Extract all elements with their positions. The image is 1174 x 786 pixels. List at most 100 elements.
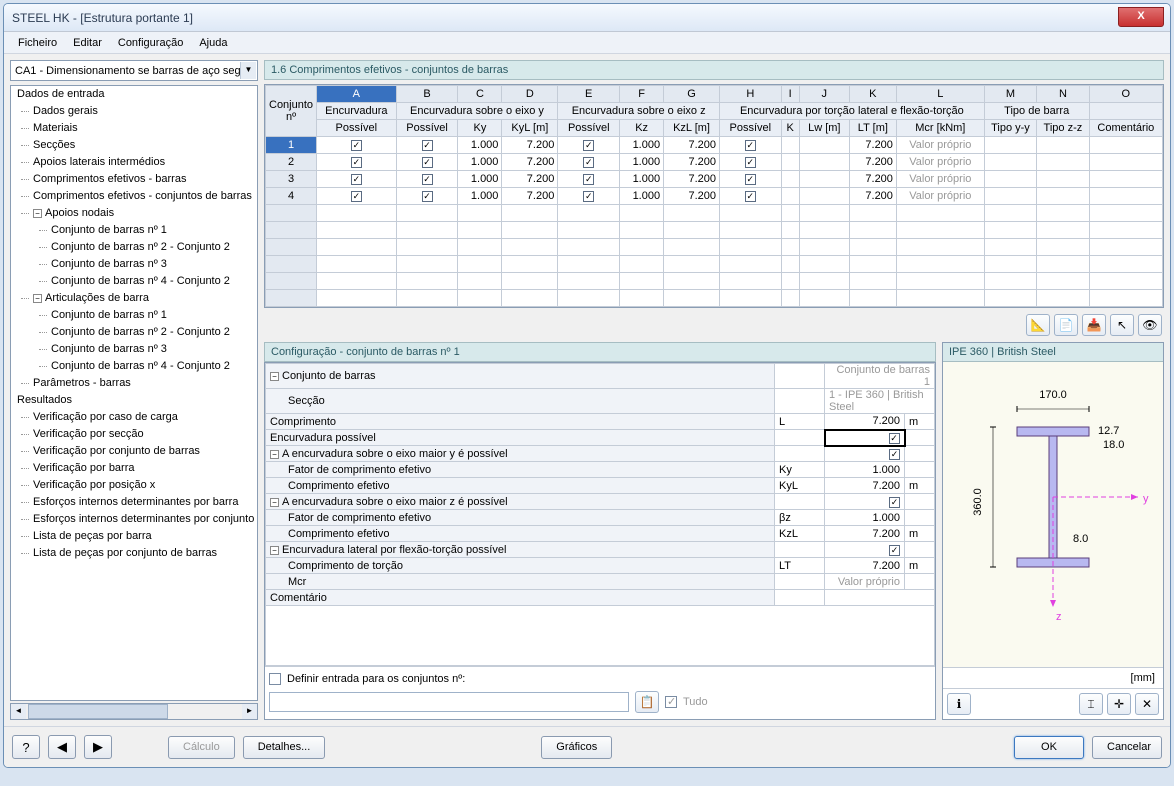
checkbox[interactable]: ✓ xyxy=(745,140,756,151)
prop-value[interactable]: 7.200 xyxy=(825,526,905,542)
table-row[interactable]: 3✓✓1.0007.200✓1.0007.200✓7.200Valor próp… xyxy=(266,171,1163,188)
tree-root-results[interactable]: Resultados xyxy=(11,392,257,409)
checkbox[interactable]: ✓ xyxy=(351,174,362,185)
tree-item[interactable]: Conjunto de barras nº 2 - Conjunto 2 xyxy=(11,324,257,341)
tree-item[interactable]: Materiais xyxy=(11,120,257,137)
view-button[interactable]: 👁 xyxy=(1138,314,1162,336)
pick-members-button[interactable]: 📋 xyxy=(635,691,659,713)
col-letter[interactable]: D xyxy=(502,86,558,103)
tree-item[interactable]: Conjunto de barras nº 4 - Conjunto 2 xyxy=(11,358,257,375)
col-letter[interactable]: E xyxy=(558,86,620,103)
col-letter[interactable]: G xyxy=(664,86,720,103)
tree-root-input[interactable]: Dados de entrada xyxy=(11,86,257,103)
col-letter[interactable]: N xyxy=(1037,86,1089,103)
tree-item[interactable]: Dados gerais xyxy=(11,103,257,120)
checkbox[interactable]: ✓ xyxy=(745,191,756,202)
tree-item[interactable]: Parâmetros - barras xyxy=(11,375,257,392)
checkbox[interactable]: ✓ xyxy=(745,174,756,185)
define-checkbox[interactable] xyxy=(269,673,281,685)
checkbox[interactable]: ✓ xyxy=(889,449,900,460)
tree-item[interactable]: Conjunto de barras nº 3 xyxy=(11,256,257,273)
tree-item[interactable]: Conjunto de barras nº 3 xyxy=(11,341,257,358)
scroll-left-icon[interactable]: ◄ xyxy=(11,704,26,719)
export-button[interactable]: 📄 xyxy=(1054,314,1078,336)
print-button[interactable]: ✕ xyxy=(1135,693,1159,715)
tree-item[interactable]: Verificação por conjunto de barras xyxy=(11,443,257,460)
menu-help[interactable]: Ajuda xyxy=(193,35,233,51)
col-letter[interactable]: M xyxy=(984,86,1036,103)
checkbox[interactable]: ✓ xyxy=(889,433,900,444)
checkbox[interactable]: ✓ xyxy=(351,191,362,202)
col-letter[interactable]: A xyxy=(317,86,397,103)
col-letter[interactable]: L xyxy=(896,86,984,103)
tree-item[interactable]: Esforços internos determinantes por barr… xyxy=(11,494,257,511)
graphics-button[interactable]: Gráficos xyxy=(541,736,612,759)
loadcase-combo[interactable]: CA1 - Dimensionamento se barras de aço s… xyxy=(10,60,258,81)
tree-item[interactable]: Conjunto de barras nº 4 - Conjunto 2 xyxy=(11,273,257,290)
col-letter[interactable]: I xyxy=(781,86,799,103)
tree-item[interactable]: Esforços internos determinantes por conj… xyxy=(11,511,257,528)
checkbox[interactable]: ✓ xyxy=(422,157,433,168)
tree-item[interactable]: Secções xyxy=(11,137,257,154)
checkbox[interactable]: ✓ xyxy=(351,140,362,151)
checkbox[interactable]: ✓ xyxy=(889,497,900,508)
col-letter[interactable]: J xyxy=(799,86,849,103)
checkbox[interactable]: ✓ xyxy=(422,191,433,202)
tree-item[interactable]: Verificação por caso de carga xyxy=(11,409,257,426)
col-letter[interactable]: H xyxy=(719,86,781,103)
tree-item[interactable]: Comprimentos efetivos - conjuntos de bar… xyxy=(11,188,257,205)
collapse-icon[interactable]: − xyxy=(270,498,279,507)
tree-item[interactable]: Conjunto de barras nº 2 - Conjunto 2 xyxy=(11,239,257,256)
collapse-icon[interactable]: − xyxy=(270,450,279,459)
close-button[interactable]: X xyxy=(1118,7,1164,27)
tree-node-artic[interactable]: −Articulações de barra xyxy=(11,290,257,307)
scroll-thumb[interactable] xyxy=(28,704,168,719)
prop-value[interactable]: 1.000 xyxy=(825,510,905,526)
checkbox[interactable]: ✓ xyxy=(583,191,594,202)
col-letter[interactable]: O xyxy=(1089,86,1162,103)
chevron-down-icon[interactable]: ▼ xyxy=(240,62,256,79)
tree-item[interactable]: Verificação por posição x xyxy=(11,477,257,494)
collapse-icon[interactable]: − xyxy=(270,372,279,381)
tree-item[interactable]: Lista de peças por barra xyxy=(11,528,257,545)
menu-edit[interactable]: Editar xyxy=(67,35,108,51)
next-button[interactable]: ▶ xyxy=(84,735,112,759)
define-input[interactable] xyxy=(269,692,629,712)
col-letter[interactable]: C xyxy=(458,86,502,103)
prop-value[interactable]: Valor próprio xyxy=(825,574,905,590)
checkbox[interactable]: ✓ xyxy=(583,157,594,168)
col-letter[interactable]: F xyxy=(620,86,664,103)
col-letter[interactable]: B xyxy=(396,86,458,103)
table-row[interactable]: 2✓✓1.0007.200✓1.0007.200✓7.200Valor próp… xyxy=(266,154,1163,171)
checkbox[interactable]: ✓ xyxy=(422,174,433,185)
table-row[interactable]: 1✓✓1.0007.200✓1.0007.200✓7.200Valor próp… xyxy=(266,137,1163,154)
checkbox[interactable]: ✓ xyxy=(351,157,362,168)
menu-config[interactable]: Configuração xyxy=(112,35,189,51)
calc-button[interactable]: Cálculo xyxy=(168,736,235,759)
ok-button[interactable]: OK xyxy=(1014,736,1084,759)
scroll-right-icon[interactable]: ► xyxy=(242,704,257,719)
import-button[interactable]: 📥 xyxy=(1082,314,1106,336)
prop-value[interactable]: 7.200 xyxy=(825,414,905,430)
tree-item[interactable]: Lista de peças por conjunto de barras xyxy=(11,545,257,562)
tree-item[interactable]: Conjunto de barras nº 1 xyxy=(11,307,257,324)
details-button[interactable]: Detalhes... xyxy=(243,736,326,759)
checkbox[interactable]: ✓ xyxy=(422,140,433,151)
help-button[interactable]: ? xyxy=(12,735,40,759)
tree-item[interactable]: Apoios laterais intermédios xyxy=(11,154,257,171)
prop-value[interactable] xyxy=(825,590,935,606)
collapse-icon[interactable]: − xyxy=(33,294,42,303)
menu-file[interactable]: Ficheiro xyxy=(12,35,63,51)
cancel-button[interactable]: Cancelar xyxy=(1092,736,1162,759)
nav-tree[interactable]: Dados de entrada Dados gerais Materiais … xyxy=(10,85,258,701)
checkbox[interactable]: ✓ xyxy=(583,174,594,185)
info-button[interactable]: ℹ xyxy=(947,693,971,715)
tree-node-apoios[interactable]: −Apoios nodais xyxy=(11,205,257,222)
tudo-checkbox[interactable]: ✓ xyxy=(665,696,677,708)
table-row[interactable]: 4✓✓1.0007.200✓1.0007.200✓7.200Valor próp… xyxy=(266,188,1163,205)
checkbox[interactable]: ✓ xyxy=(583,140,594,151)
prop-value[interactable]: 7.200 xyxy=(825,558,905,574)
collapse-icon[interactable]: − xyxy=(33,209,42,218)
property-grid[interactable]: −Conjunto de barrasConjunto de barras 1 … xyxy=(264,362,936,720)
main-grid[interactable]: Conjunto nº A B C D E F G H I J K L M xyxy=(264,84,1164,308)
